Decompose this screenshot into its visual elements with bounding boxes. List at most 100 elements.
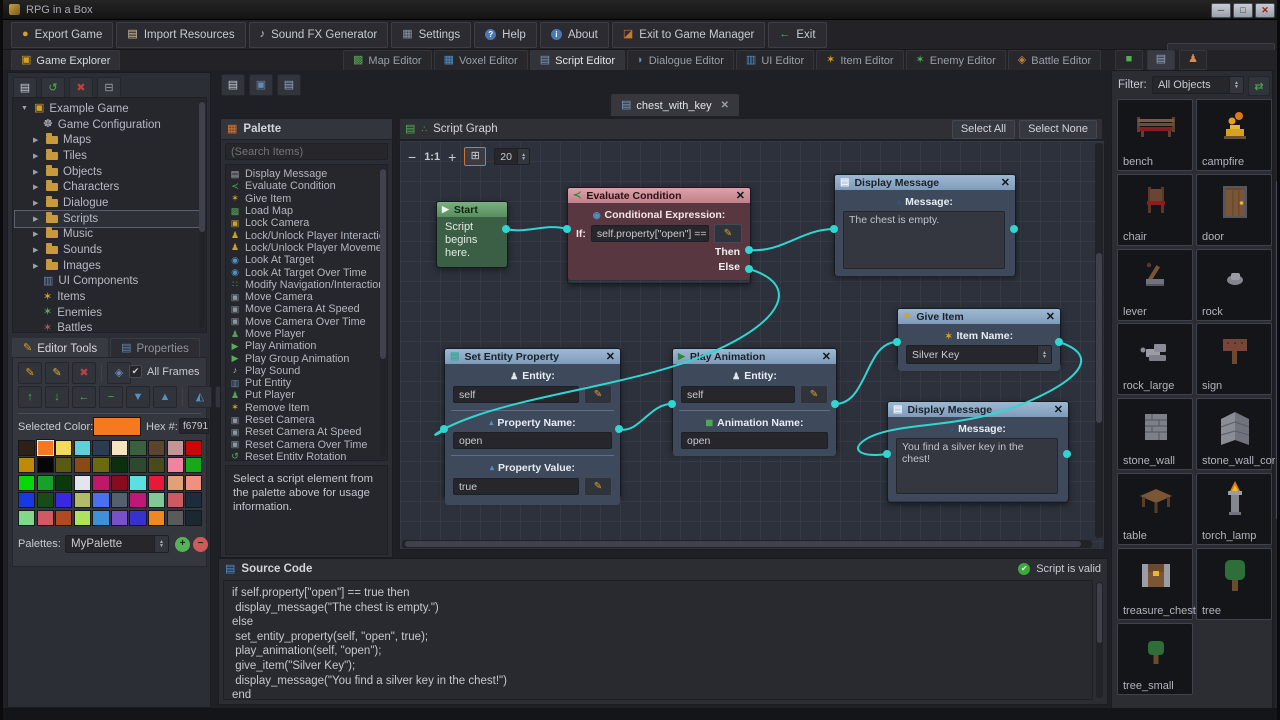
object-card-torch-lamp[interactable]: torch_lamp xyxy=(1196,473,1272,545)
zoom-out-button[interactable]: − xyxy=(408,149,416,165)
tree-item-music[interactable]: ▶Music xyxy=(15,227,204,243)
object-card-door[interactable]: door xyxy=(1196,174,1272,246)
color-swatch[interactable] xyxy=(167,510,184,526)
add-palette-button[interactable]: + xyxy=(175,537,190,552)
object-card-table[interactable]: table xyxy=(1117,473,1193,545)
color-swatch[interactable] xyxy=(148,510,165,526)
color-swatch[interactable] xyxy=(74,475,91,491)
color-swatch[interactable] xyxy=(18,492,35,508)
color-swatch[interactable] xyxy=(55,510,72,526)
tree-item-characters[interactable]: ▶Characters xyxy=(15,179,204,195)
node-display-message-1[interactable]: ▤ Display Message ✕ ▴Message: The chest … xyxy=(834,174,1016,276)
palette-item-reset-camera-over-time[interactable]: ▣Reset Camera Over Time xyxy=(230,439,386,451)
graph-hscrollbar[interactable] xyxy=(402,540,1092,548)
edit-value-button[interactable]: ✎ xyxy=(584,477,612,496)
color-swatch[interactable] xyxy=(167,440,184,456)
color-swatch[interactable] xyxy=(37,457,54,473)
palette-item-play-group-animation[interactable]: ▶Play Group Animation xyxy=(230,352,386,364)
palette-item-move-camera[interactable]: ▣Move Camera xyxy=(230,291,386,303)
color-swatch[interactable] xyxy=(167,475,184,491)
palette-item-move-camera-over-time[interactable]: ▣Move Camera Over Time xyxy=(230,316,386,328)
color-swatch[interactable] xyxy=(92,440,109,456)
object-card-rock[interactable]: rock xyxy=(1196,249,1272,321)
script-tab-chest-with-key[interactable]: ▤ chest_with_key ✕ xyxy=(611,94,739,116)
object-card-lever[interactable]: lever xyxy=(1117,249,1193,321)
remove-palette-button[interactable]: − xyxy=(193,537,208,552)
tab-voxel-editor[interactable]: ▦Voxel Editor xyxy=(434,50,528,70)
color-swatch[interactable] xyxy=(18,440,35,456)
close-node-icon[interactable]: ✕ xyxy=(606,350,615,363)
item-select-spinner[interactable]: ▲▼ xyxy=(1037,346,1051,363)
close-node-icon[interactable]: ✕ xyxy=(736,189,745,202)
refresh-tree-button[interactable]: ↺ xyxy=(41,77,65,99)
objects-scrollbar[interactable] xyxy=(1275,70,1280,710)
tree-scrollbar[interactable] xyxy=(199,100,205,328)
color-swatch[interactable] xyxy=(167,457,184,473)
close-node-icon[interactable]: ✕ xyxy=(822,350,831,363)
color-swatch[interactable] xyxy=(148,457,165,473)
tab-editor-tools[interactable]: ✎Editor Tools xyxy=(12,338,108,358)
exit-button[interactable]: ←Exit xyxy=(768,22,826,48)
filter-select[interactable]: All Objects ▲▼ xyxy=(1152,76,1244,94)
node-give-item[interactable]: ✶ Give Item ✕ ✶Item Name: Silver Key ▲▼ xyxy=(897,308,1061,366)
message-textarea[interactable]: The chest is empty. xyxy=(843,211,1005,269)
color-swatch[interactable] xyxy=(18,510,35,526)
tree-item-example-game[interactable]: ▼▣Example Game xyxy=(15,101,204,117)
shift-right-tool[interactable]: − xyxy=(99,386,123,408)
source-code-box[interactable]: if self.property["open"] == true then di… xyxy=(223,580,1093,700)
object-card-campfire[interactable]: campfire xyxy=(1196,99,1272,171)
color-swatch[interactable] xyxy=(55,440,72,456)
screen-view-button[interactable]: ▤ xyxy=(1147,50,1175,70)
palette-item-look-at-target[interactable]: ◉Look At Target xyxy=(230,254,386,266)
color-swatch[interactable] xyxy=(55,492,72,508)
picker-tool[interactable]: ◈ xyxy=(107,362,131,384)
color-swatch[interactable] xyxy=(129,510,146,526)
collapse-arrow-icon[interactable]: ▼ xyxy=(21,105,29,112)
source-vscrollbar[interactable] xyxy=(1096,582,1103,698)
palette-item-play-sound[interactable]: ♪Play Sound xyxy=(230,365,386,377)
color-swatch[interactable] xyxy=(37,475,54,491)
expand-arrow-icon[interactable]: ▶ xyxy=(33,199,41,207)
property-name-input[interactable]: open xyxy=(453,432,612,449)
refresh-objects-button[interactable]: ⇄ xyxy=(1248,76,1270,96)
delete-resource-button[interactable]: ✖ xyxy=(69,77,93,99)
tree-item-battles[interactable]: ✶Battles xyxy=(15,321,204,337)
tab-game-explorer[interactable]: ▣ Game Explorer xyxy=(11,50,120,70)
palette-item-reset-camera-at-speed[interactable]: ▣Reset Camera At Speed xyxy=(230,426,386,438)
tree-item-scripts[interactable]: ▶Scripts xyxy=(15,211,204,227)
close-node-icon[interactable]: ✕ xyxy=(1001,176,1010,189)
tree-item-dialogue[interactable]: ▶Dialogue xyxy=(15,195,204,211)
tab-item-editor[interactable]: ✶Item Editor xyxy=(816,50,903,70)
color-swatch[interactable] xyxy=(37,440,54,456)
tab-map-editor[interactable]: ▩Map Editor xyxy=(343,50,432,70)
close-button[interactable]: ✕ xyxy=(1255,3,1275,18)
tab-battle-editor[interactable]: ◈Battle Editor xyxy=(1008,50,1101,70)
tree-item-maps[interactable]: ▶Maps xyxy=(15,132,204,148)
expand-arrow-icon[interactable]: ▶ xyxy=(33,183,41,191)
expand-arrow-icon[interactable]: ▶ xyxy=(33,230,41,238)
snap-to-grid-button[interactable]: ⊞ xyxy=(464,147,486,166)
new-script-button[interactable]: ▤ xyxy=(221,74,245,96)
object-card-tree[interactable]: tree xyxy=(1196,548,1272,620)
hex-input[interactable]: f6791f xyxy=(179,418,209,434)
color-swatch[interactable] xyxy=(111,457,128,473)
node-set-entity-property[interactable]: ▤ Set Entity Property ✕ ♟Entity: self ✎ … xyxy=(444,348,621,498)
palette-search-input[interactable] xyxy=(225,143,388,160)
collapse-all-button[interactable]: ⊟ xyxy=(97,77,121,99)
select-all-button[interactable]: Select All xyxy=(952,120,1015,139)
node-display-message-2[interactable]: ▤ Display Message ✕ ▴Message: You find a… xyxy=(887,401,1069,503)
color-swatch[interactable] xyxy=(111,475,128,491)
palette-item-look-at-target-over-time[interactable]: ◉Look At Target Over Time xyxy=(230,266,386,278)
palette-item-put-entity[interactable]: ▥Put Entity xyxy=(230,377,386,389)
expand-arrow-icon[interactable]: ▶ xyxy=(33,215,41,223)
palette-item-evaluate-condition[interactable]: ≺Evaluate Condition xyxy=(230,180,386,192)
tree-item-game-configuration[interactable]: ☸Game Configuration xyxy=(15,117,204,133)
palette-item-remove-item[interactable]: ✶Remove Item xyxy=(230,402,386,414)
exit-to-game-manager-button[interactable]: ◪Exit to Game Manager xyxy=(612,22,765,48)
color-swatch[interactable] xyxy=(92,457,109,473)
color-swatch[interactable] xyxy=(185,510,202,526)
palette-item-lock-unlock-player-movement[interactable]: ♟Lock/Unlock Player Movement xyxy=(230,242,386,254)
shift-up-tool[interactable]: ↑ xyxy=(18,386,42,408)
layer-up-tool[interactable]: ▲ xyxy=(153,386,177,408)
color-swatch[interactable] xyxy=(129,440,146,456)
